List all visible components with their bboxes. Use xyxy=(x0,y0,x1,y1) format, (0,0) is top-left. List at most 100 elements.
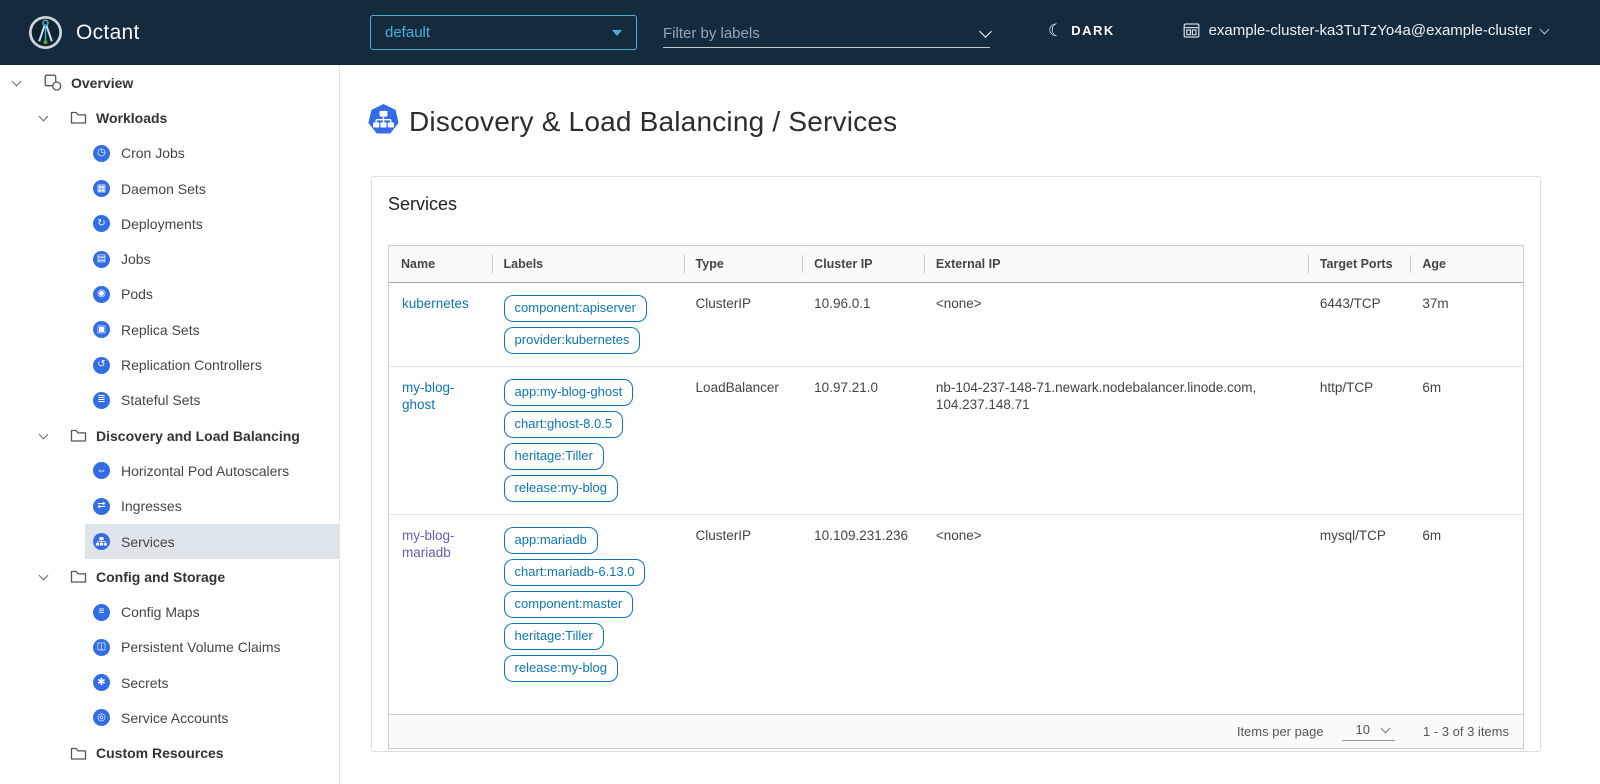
cluster-icon xyxy=(1183,22,1200,39)
namespace-select[interactable]: default xyxy=(370,15,637,50)
sidebar-group-custom-resources[interactable]: Custom Resources xyxy=(0,736,339,771)
sidebar-item-deployments[interactable]: ↻ Deployments xyxy=(85,206,339,241)
sidebar-item-label: Daemon Sets xyxy=(121,181,206,197)
persistent-volume-claims-icon: ◫ xyxy=(93,639,110,656)
octant-logo-icon xyxy=(28,15,63,50)
target-ports-cell: http/TCP xyxy=(1308,367,1411,515)
sidebar-group-discovery-and-load-balancing[interactable]: Discovery and Load Balancing xyxy=(0,418,339,453)
target-ports-cell: 6443/TCP xyxy=(1308,283,1411,367)
sidebar-item-label: Ingresses xyxy=(121,498,182,514)
chevron-down-icon[interactable] xyxy=(35,428,51,444)
external-ip-cell: <none> xyxy=(924,515,1308,695)
label-pill[interactable]: app:my-blog-ghost xyxy=(504,379,634,406)
label-pill[interactable]: release:my-blog xyxy=(504,475,619,502)
column-header-cluster-ip: Cluster IP xyxy=(802,246,924,283)
chevron-down-icon[interactable] xyxy=(8,75,24,91)
pagination-range-text: 1 - 3 of 3 items xyxy=(1423,724,1509,739)
sidebar-item-label: Replica Sets xyxy=(121,322,200,338)
service-name-link[interactable]: my-blog-mariadb xyxy=(389,515,492,695)
sidebar-group-overview[interactable]: Overview xyxy=(0,65,339,100)
sidebar-item-horizontal-pod-autoscalers[interactable]: ⇔Horizontal Pod Autoscalers xyxy=(85,453,339,488)
chevron-down-icon[interactable] xyxy=(979,25,992,38)
sidebar-item-label: Services xyxy=(121,534,175,550)
target-ports-cell: mysql/TCP xyxy=(1308,515,1411,695)
label-pill[interactable]: release:my-blog xyxy=(504,655,619,682)
label-pill-row: app:mariadb xyxy=(504,527,672,554)
label-pill[interactable]: app:mariadb xyxy=(504,527,598,554)
sidebar-item-stateful-sets[interactable]: ≣ Stateful Sets xyxy=(85,383,339,418)
sidebar-item-jobs[interactable]: ▤ Jobs xyxy=(85,241,339,276)
label-pill[interactable]: provider:kubernetes xyxy=(504,327,641,354)
items-per-page-label: Items per page xyxy=(1237,724,1324,739)
namespace-select-value: default xyxy=(385,24,430,41)
cluster-context-label: example-cluster-ka3TuTzYo4a@example-clus… xyxy=(1209,22,1532,39)
label-filter-input[interactable] xyxy=(663,25,953,42)
sidebar-item-config-maps[interactable]: ≡ Config Maps xyxy=(85,594,339,629)
chevron-down-icon xyxy=(1540,24,1550,34)
cluster-context-select[interactable]: example-cluster-ka3TuTzYo4a@example-clus… xyxy=(1183,22,1548,39)
sidebar-item-cron-jobs[interactable]: ◷Cron Jobs xyxy=(85,136,339,171)
table-row: my-blog-ghost app:my-blog-ghost chart:ghos… xyxy=(389,367,1523,515)
label-pill[interactable]: heritage:Tiller xyxy=(504,443,604,470)
sidebar-item-label: Service Accounts xyxy=(121,710,228,726)
datagrid-footer: Items per page 10 1 - 3 of 3 items xyxy=(389,714,1523,748)
sidebar-item-services[interactable]: Services xyxy=(85,524,339,559)
config-maps-icon: ≡ xyxy=(93,604,110,621)
page-title: Discovery & Load Balancing / Services xyxy=(409,106,897,138)
sidebar-group-workloads[interactable]: Workloads xyxy=(0,100,339,135)
label-pill[interactable]: component:master xyxy=(504,591,634,618)
sidebar-item-replication-controllers[interactable]: ↺Replication Controllers xyxy=(85,347,339,382)
sidebar-item-secrets[interactable]: ✱Secrets xyxy=(85,665,339,700)
services-table: NameLabelsTypeCluster IPExternal IPTarge… xyxy=(389,246,1523,694)
sidebar-item-label: Persistent Volume Claims xyxy=(121,639,281,655)
label-pill[interactable]: component:apiserver xyxy=(504,295,647,322)
sidebar-item-label: Stateful Sets xyxy=(121,392,200,408)
service-name-link[interactable]: kubernetes xyxy=(389,283,492,367)
sidebar-item-service-accounts[interactable]: ◎ Service Accounts xyxy=(85,700,339,735)
sidebar-group-label: Discovery and Load Balancing xyxy=(96,428,300,444)
moon-icon: ☾ xyxy=(1048,22,1063,39)
label-pill-row: heritage:Tiller xyxy=(504,443,672,470)
sidebar-item-label: Jobs xyxy=(121,251,151,267)
jobs-icon: ▤ xyxy=(93,251,110,268)
column-header-name: Name xyxy=(389,246,492,283)
folder-icon xyxy=(70,746,87,761)
column-header-external-ip: External IP xyxy=(924,246,1308,283)
theme-toggle-button[interactable]: ☾ DARK xyxy=(1048,22,1115,39)
secrets-icon: ✱ xyxy=(93,674,110,691)
sidebar-group-config-and-storage[interactable]: Config and Storage xyxy=(0,559,339,594)
table-row: kubernetes component:apiserver provider:ku… xyxy=(389,283,1523,367)
service-name-link[interactable]: my-blog-ghost xyxy=(389,367,492,515)
sidebar-item-persistent-volume-claims[interactable]: ◫ Persistent Volume Claims xyxy=(85,630,339,665)
chevron-down-icon[interactable] xyxy=(35,569,51,585)
sidebar-item-label: Deployments xyxy=(121,216,203,232)
sidebar-item-label: Config Maps xyxy=(121,604,200,620)
sidebar-item-daemon-sets[interactable]: ▦Daemon Sets xyxy=(85,171,339,206)
age-cell: 37m xyxy=(1410,283,1523,367)
main-content: Discovery & Load Balancing / Services Se… xyxy=(341,65,1600,784)
sidebar-item-pods[interactable]: ◉Pods xyxy=(85,277,339,312)
sidebar-item-replica-sets[interactable]: ▣Replica Sets xyxy=(85,312,339,347)
column-header-target-ports: Target Ports xyxy=(1308,246,1411,283)
label-pill-row: component:apiserver xyxy=(504,295,672,322)
sidebar-item-ingresses[interactable]: ⇄ Ingresses xyxy=(85,489,339,524)
table-header-row: NameLabelsTypeCluster IPExternal IPTarge… xyxy=(389,246,1523,283)
page-header: Discovery & Load Balancing / Services xyxy=(368,104,1600,140)
cron-jobs-icon: ◷ xyxy=(93,145,110,162)
page-size-select[interactable]: 10 xyxy=(1342,722,1395,741)
external-ip-cell: <none> xyxy=(924,283,1308,367)
label-pill-row: app:my-blog-ghost xyxy=(504,379,672,406)
sidebar-navigation: Overview Workloads◷Cron Jobs▦Daemon Sets… xyxy=(0,65,340,784)
label-pill[interactable]: chart:mariadb-6.13.0 xyxy=(504,559,646,586)
chevron-down-icon[interactable] xyxy=(35,110,51,126)
label-pill[interactable]: heritage:Tiller xyxy=(504,623,604,650)
stateful-sets-icon: ≣ xyxy=(93,392,110,409)
ingresses-icon: ⇄ xyxy=(93,498,110,515)
card-title: Services xyxy=(388,193,1524,215)
deployments-icon: ↻ xyxy=(93,215,110,232)
services-datagrid: NameLabelsTypeCluster IPExternal IPTarge… xyxy=(388,245,1524,749)
services-icon xyxy=(93,533,110,550)
label-pill[interactable]: chart:ghost-8.0.5 xyxy=(504,411,624,438)
service-accounts-icon: ◎ xyxy=(93,709,110,726)
label-pill-row: component:master xyxy=(504,591,672,618)
